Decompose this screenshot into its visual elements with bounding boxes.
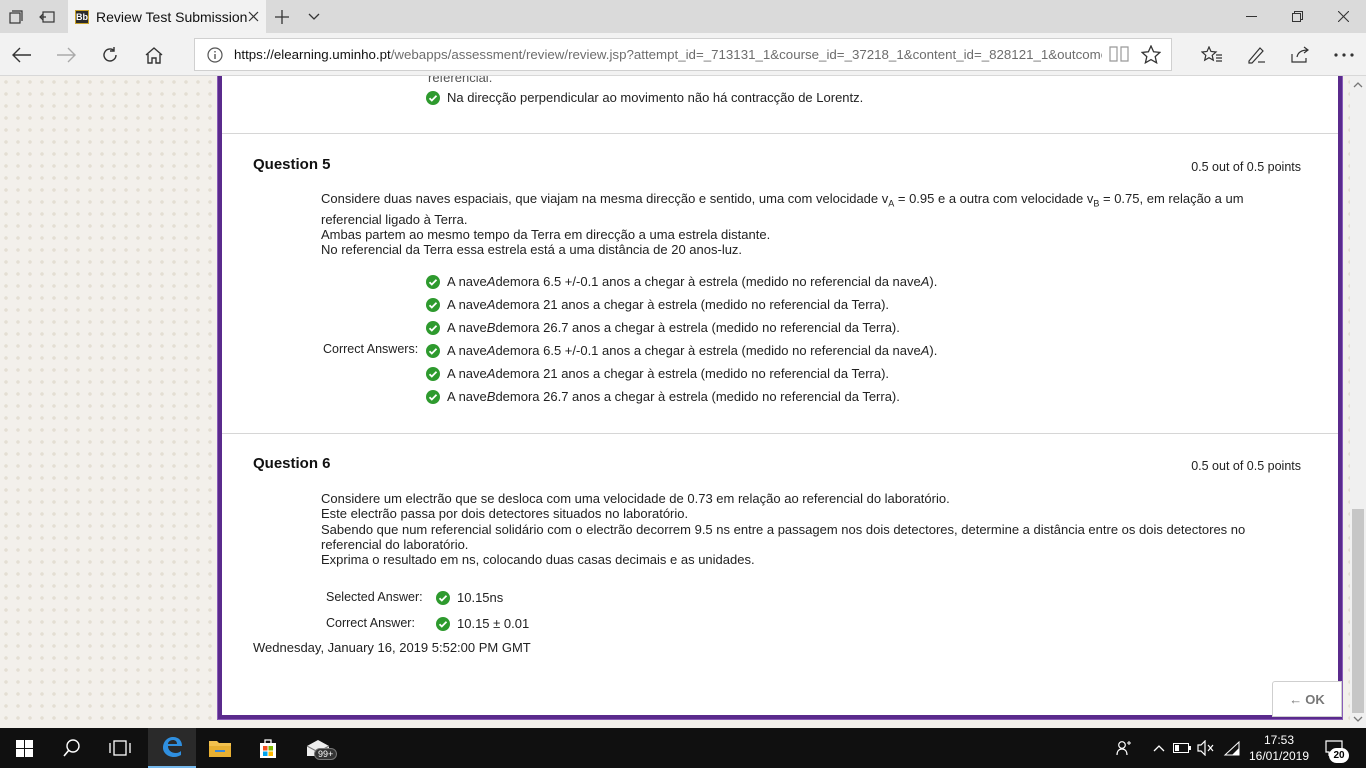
tab-review-test[interactable]: Bb Review Test Submission [68,0,266,33]
q5-selected-answer-1: A nave A demora 6.5 +/-0.1 anos a chegar… [426,274,937,289]
tab-actions-icon[interactable] [6,7,26,27]
correct-check-icon [426,297,440,312]
correct-answer-label: Correct Answer: [326,616,415,630]
notification-count-badge: 20 [1329,748,1349,763]
question-divider [222,133,1338,134]
scroll-down-arrow-icon[interactable] [1353,714,1363,724]
answer-text: Na direcção perpendicular ao movimento n… [447,90,864,105]
minimize-icon[interactable] [1228,0,1274,33]
q5-selected-answer-3: A nave B demora 26.7 anos a chegar à est… [426,320,900,335]
close-tab-icon[interactable] [247,6,260,28]
wifi-icon[interactable] [1222,738,1242,758]
q5-selected-answer-2: A nave A demora 21 anos a chegar à estre… [426,297,889,312]
q5-correct-answer-3: A nave B demora 26.7 anos a chegar à est… [426,389,900,404]
correct-check-icon [436,590,450,605]
show-hidden-icons-chevron-icon[interactable] [1149,738,1169,758]
file-explorer-icon[interactable] [196,728,244,768]
test-review-panel: referencial. Na direcção perpendicular a… [218,76,1342,719]
more-menu-icon[interactable] [1330,41,1358,69]
back-arrow-icon[interactable] [8,41,36,69]
scrollbar-thumb[interactable] [1352,509,1364,713]
taskbar-clock[interactable]: 17:53 16/01/2019 [1248,732,1310,764]
correct-check-icon [436,616,450,631]
question-5-title: Question 5 [253,156,331,173]
favorites-hub-icon[interactable] [1198,41,1226,69]
correct-check-icon [426,366,440,381]
browser-tab-bar: Bb Review Test Submission [0,0,1366,33]
new-tab-icon[interactable] [272,7,292,27]
prev-question-cut-text: referencial. [428,76,493,85]
web-notes-pen-icon[interactable] [1242,41,1270,69]
question-divider [222,433,1338,434]
edge-browser-icon[interactable] [148,728,196,768]
refresh-icon[interactable] [96,41,124,69]
page-scrollbar[interactable] [1350,76,1366,728]
search-icon[interactable] [48,728,96,768]
ok-button[interactable]: ← OK [1272,681,1342,717]
question-5-text: Considere duas naves espaciais, que viaj… [321,191,1244,258]
question-6-text: Considere um electrão que se desloca com… [321,491,1246,568]
blackboard-favicon-icon: Bb [75,9,89,24]
correct-check-icon [426,389,440,404]
submission-timestamp: Wednesday, January 16, 2019 5:52:00 PM G… [253,640,531,655]
browser-nav-bar: https://elearning.uminho.pt/webapps/asse… [0,33,1366,76]
question-5-points: 0.5 out of 0.5 points [1191,160,1301,174]
question-6-title: Question 6 [253,455,331,472]
correct-check-icon [426,274,440,289]
q5-correct-answer-2: A nave A demora 21 anos a chegar à estre… [426,366,889,381]
correct-answers-label: Correct Answers: [323,342,419,356]
restore-icon[interactable] [1274,0,1320,33]
people-icon[interactable] [1114,738,1134,758]
q5-correct-answer-1: A nave A demora 6.5 +/-0.1 anos a chegar… [426,343,937,358]
selected-answer-label: Selected Answer: [326,590,423,604]
url-text[interactable]: https://elearning.uminho.pt/webapps/asse… [234,47,1102,62]
site-info-icon[interactable] [205,45,225,65]
forward-arrow-icon[interactable] [52,41,80,69]
mail-app-icon[interactable]: 99+ [294,728,342,768]
task-view-icon[interactable] [96,728,144,768]
correct-check-icon [426,320,440,335]
correct-answer-value: 10.15 ± 0.01 [436,616,529,631]
reading-view-icon[interactable] [1109,45,1129,66]
back-arrow-icon: ← [1289,691,1303,707]
close-window-icon[interactable] [1320,0,1366,33]
prev-question-answer: Na direcção perpendicular ao movimento n… [426,90,863,105]
favorite-star-icon[interactable] [1140,44,1162,67]
correct-check-icon [426,90,440,105]
page-background: referencial. Na direcção perpendicular a… [0,76,1350,728]
scroll-up-arrow-icon[interactable] [1353,80,1363,90]
share-icon[interactable] [1286,41,1314,69]
home-icon[interactable] [140,41,168,69]
tab-title: Review Test Submission [96,8,248,25]
store-icon[interactable] [244,728,292,768]
correct-check-icon [426,343,440,358]
question-6-points: 0.5 out of 0.5 points [1191,459,1301,473]
windows-taskbar: 99+ 17:53 16/01/2019 20 [0,728,1366,768]
start-windows-icon[interactable] [0,728,48,768]
volume-muted-icon[interactable] [1196,738,1216,758]
tab-preview-chevron-icon[interactable] [304,7,324,27]
set-tabs-aside-icon[interactable] [37,7,57,27]
selected-answer-value: 10.15ns [436,590,503,605]
battery-icon[interactable] [1172,738,1192,758]
address-bar[interactable]: https://elearning.uminho.pt/webapps/asse… [194,38,1172,71]
store-badge: 99+ [314,748,338,760]
